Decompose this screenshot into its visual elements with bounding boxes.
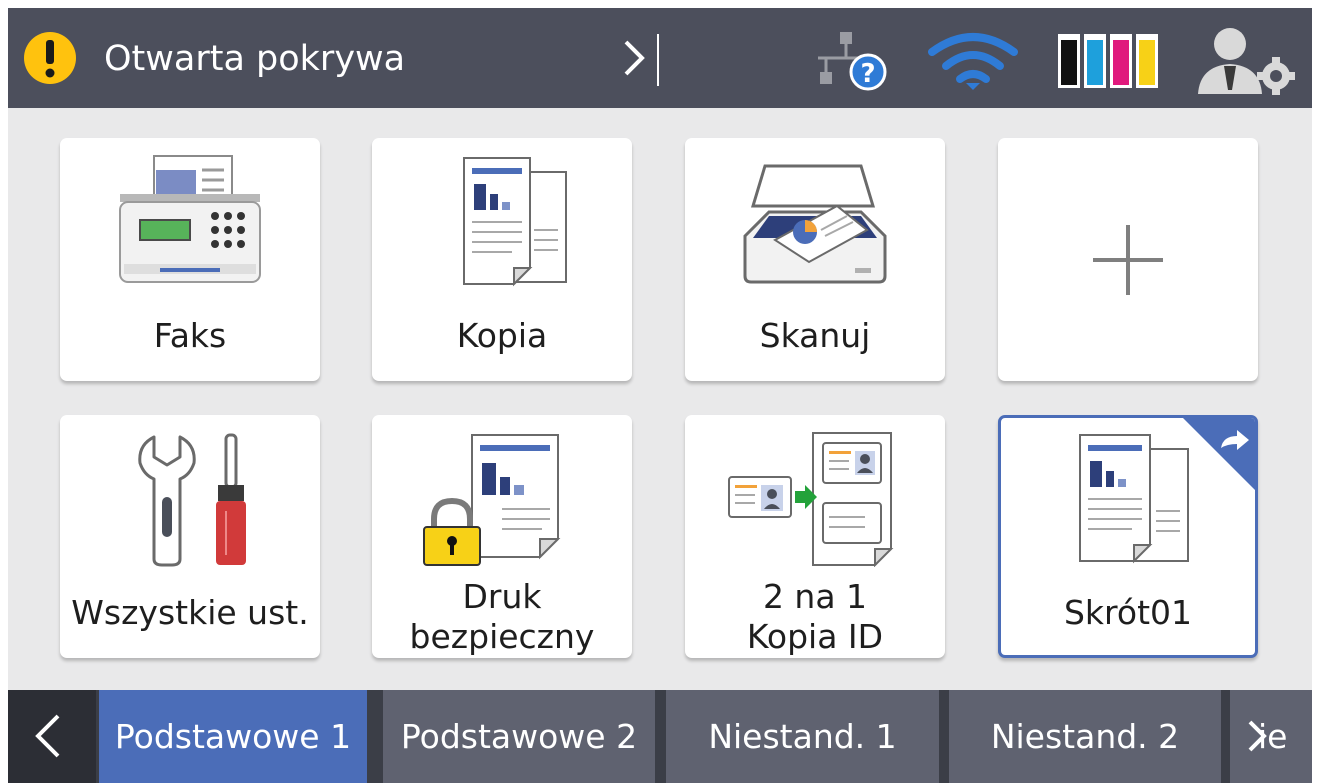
fax-icon	[119, 155, 261, 283]
secure-print-label-line2: bezpieczny	[409, 617, 595, 656]
tab-bar: Podstawowe 1 Podstawowe 2 Niestand. 1 Ni…	[8, 690, 1312, 783]
shortcut-copy-icon	[1079, 434, 1189, 564]
add-shortcut-icon	[1093, 225, 1163, 295]
chevron-left-icon	[35, 714, 60, 758]
secure-print-icon	[423, 434, 561, 566]
wifi-icon[interactable]	[926, 30, 1020, 92]
svg-text:?: ?	[860, 59, 875, 89]
admin-settings-icon[interactable]	[1194, 24, 1298, 96]
copy-icon	[463, 157, 567, 287]
tab-podstawowe-1[interactable]: Podstawowe 1	[99, 690, 367, 783]
wired-network-unknown-icon[interactable]: ?	[808, 28, 892, 94]
scan-tile[interactable]: Skanuj	[685, 138, 945, 381]
status-message[interactable]: Otwarta pokrywa	[104, 34, 405, 84]
all-settings-tile[interactable]: Wszystkie ust.	[60, 415, 320, 658]
copy-label: Kopia	[456, 316, 548, 355]
shortcut01-label: Skrót01	[1063, 593, 1193, 632]
secure-print-label-line1: Druk	[462, 577, 542, 616]
warning-icon[interactable]	[22, 30, 78, 86]
scan-label: Skanuj	[759, 316, 871, 355]
tab-podstawowe-2[interactable]: Podstawowe 2	[383, 690, 655, 783]
copy-tile[interactable]: Kopia	[372, 138, 632, 381]
secure-print-tile[interactable]: Druk bezpieczny	[372, 415, 632, 658]
tab-niestand-1[interactable]: Niestand. 1	[666, 690, 939, 783]
all-settings-label: Wszystkie ust.	[71, 593, 309, 632]
chevron-right-icon[interactable]	[608, 28, 668, 88]
fax-tile[interactable]: Faks	[60, 138, 320, 381]
tab-next-button[interactable]: ie	[1230, 690, 1312, 783]
id-copy-label-line1: 2 na 1	[762, 577, 868, 616]
status-bar: Otwarta pokrywa ?	[8, 8, 1312, 108]
tools-icon	[138, 433, 246, 567]
printer-touchscreen: Otwarta pokrywa ? Faks Kopia Skanuj Wszy…	[8, 8, 1312, 783]
fax-label: Faks	[153, 316, 227, 355]
id-copy-tile[interactable]: 2 na 1 Kopia ID	[685, 415, 945, 658]
id-copy-icon	[728, 432, 894, 567]
id-copy-label-line2: Kopia ID	[746, 617, 884, 656]
shortcut01-tile[interactable]: Skrót01	[998, 415, 1258, 658]
tab-niestand-2[interactable]: Niestand. 2	[949, 690, 1221, 783]
scan-icon	[743, 164, 887, 284]
chevron-right-icon	[1248, 720, 1267, 752]
ink-levels-icon[interactable]	[1056, 32, 1160, 90]
add-shortcut-tile[interactable]	[998, 138, 1258, 381]
tab-prev-button[interactable]	[8, 690, 96, 783]
